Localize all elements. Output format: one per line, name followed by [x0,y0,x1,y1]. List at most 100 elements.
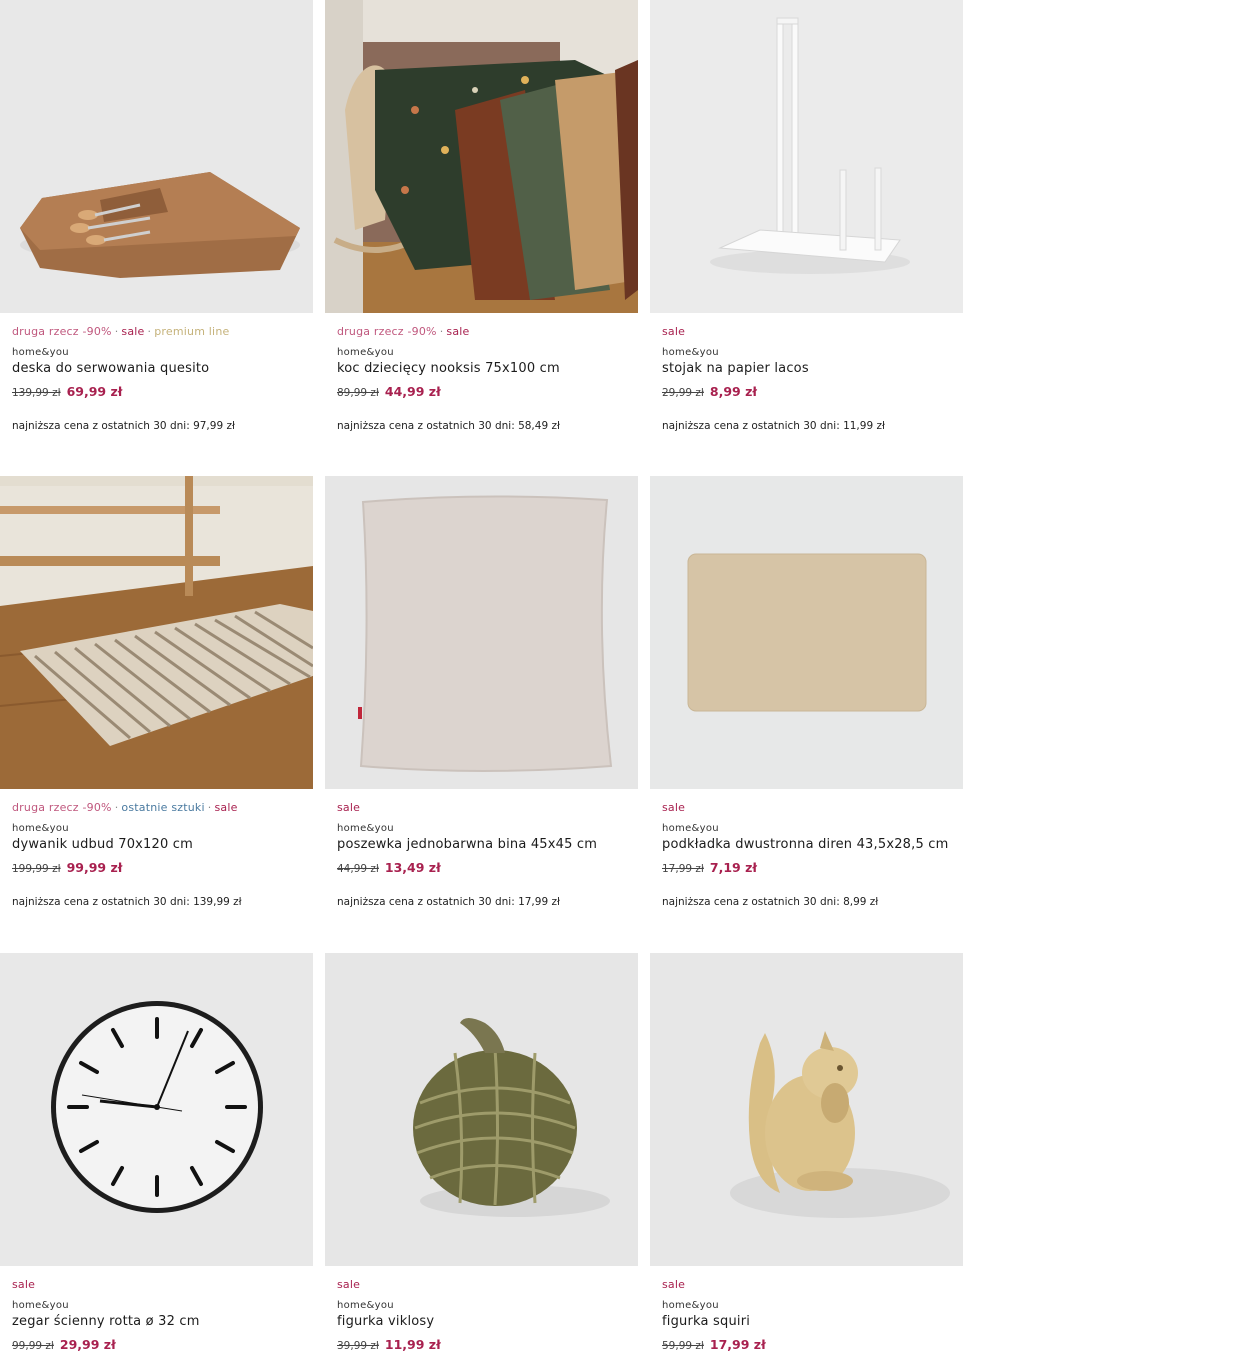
product-name[interactable]: zegar ścienny rotta ø 32 cm [12,1314,301,1329]
tag-sale: sale [121,325,145,338]
product-card[interactable]: sale home&you figurka viklosy 39,99 zł 11… [325,953,638,1352]
product-prices: 29,99 zł 8,99 zł [662,384,951,399]
product-card[interactable]: sale home&you zegar ścienny rotta ø 32 c… [0,953,313,1352]
tag-sale: sale [662,1278,686,1291]
tag-last-pieces: ostatnie sztuki [121,801,205,814]
serving-board-image [0,0,313,313]
product-prices: 199,99 zł 99,99 zł [12,860,301,875]
product-card[interactable]: sale home&you stojak na papier lacos 29,… [650,0,963,432]
product-name[interactable]: figurka squiri [662,1314,951,1329]
wall-clock-image [0,953,313,1266]
new-price: 69,99 zł [66,384,123,399]
product-tags: sale [662,801,951,817]
old-price: 39,99 zł [337,1340,379,1352]
product-image[interactable] [0,0,313,313]
tag-sale: sale [662,801,686,814]
product-tags: sale [12,1278,301,1294]
tag-second-item: druga rzecz -90% [12,801,112,814]
pumpkin-figurine-image [325,953,638,1266]
blanket-image [325,0,638,313]
old-price: 44,99 zł [337,863,379,875]
new-price: 99,99 zł [66,860,123,875]
pillowcase-image [325,476,638,789]
new-price: 44,99 zł [384,384,441,399]
product-brand: home&you [337,347,394,358]
product-tags: sale [337,1278,626,1294]
product-image[interactable] [650,0,963,313]
product-brand: home&you [662,823,719,834]
product-name[interactable]: podkładka dwustronna diren 43,5x28,5 cm [662,837,951,852]
product-prices: 44,99 zł 13,49 zł [337,860,626,875]
product-image[interactable] [650,953,963,1266]
product-card[interactable]: sale home&you poszewka jednobarwna bina … [325,476,638,908]
product-card[interactable]: druga rzecz -90% · sale home&you koc dziec… [325,0,638,432]
product-brand: home&you [337,823,394,834]
tag-sale: sale [446,325,470,338]
new-price: 11,99 zł [384,1337,441,1352]
product-name[interactable]: stojak na papier lacos [662,361,951,376]
product-name[interactable]: poszewka jednobarwna bina 45x45 cm [337,837,626,852]
product-prices: 139,99 zł 69,99 zł [12,384,301,399]
old-price: 139,99 zł [12,387,61,399]
product-image[interactable] [325,953,638,1266]
tag-second-item: druga rzecz -90% [337,325,437,338]
old-price: 99,99 zł [12,1340,54,1352]
old-price: 89,99 zł [337,387,379,399]
placemat-image [650,476,963,789]
product-card[interactable]: druga rzecz -90% · sale · premium line home&… [0,0,313,432]
product-prices: 89,99 zł 44,99 zł [337,384,626,399]
product-prices: 39,99 zł 11,99 zł [337,1337,626,1352]
product-brand: home&you [337,1300,394,1311]
tag-sale: sale [337,801,361,814]
new-price: 29,99 zł [59,1337,116,1352]
lowest-price-note: najniższa cena z ostatnich 30 dni: 17,99… [337,896,560,908]
rug-image [0,476,313,789]
old-price: 199,99 zł [12,863,61,875]
product-brand: home&you [662,1300,719,1311]
old-price: 59,99 zł [662,1340,704,1352]
lowest-price-note: najniższa cena z ostatnich 30 dni: 8,99 … [662,896,879,908]
tag-sale: sale [662,325,686,338]
product-name[interactable]: deska do serwowania quesito [12,361,301,376]
product-tags: sale [337,801,626,817]
product-card[interactable]: sale home&you figurka squiri 59,99 zł 17,… [650,953,963,1352]
product-card[interactable]: sale home&you podkładka dwustronna diren… [650,476,963,908]
product-brand: home&you [12,823,69,834]
product-prices: 99,99 zł 29,99 zł [12,1337,301,1352]
product-brand: home&you [662,347,719,358]
lowest-price-note: najniższa cena z ostatnich 30 dni: 11,99… [662,420,885,432]
paper-stand-image [650,0,963,313]
product-tags: druga rzecz -90% · sale [337,325,470,338]
product-image[interactable] [0,476,313,789]
tag-second-item: druga rzecz -90% [12,325,112,338]
product-name[interactable]: figurka viklosy [337,1314,626,1329]
lowest-price-note: najniższa cena z ostatnich 30 dni: 97,99… [12,420,235,432]
product-tags: druga rzecz -90% · sale · premium line [12,325,230,338]
product-card[interactable]: druga rzecz -90% · ostatnie sztuki · sale ho… [0,476,313,908]
product-image[interactable] [650,476,963,789]
new-price: 13,49 zł [384,860,441,875]
product-tags: druga rzecz -90% · ostatnie sztuki · sale [12,801,238,814]
product-image[interactable] [325,476,638,789]
product-brand: home&you [12,347,69,358]
product-brand: home&you [12,1300,69,1311]
product-name[interactable]: dywanik udbud 70x120 cm [12,837,301,852]
old-price: 17,99 zł [662,863,704,875]
product-prices: 17,99 zł 7,19 zł [662,860,951,875]
old-price: 29,99 zł [662,387,704,399]
tag-sale: sale [337,1278,361,1291]
product-prices: 59,99 zł 17,99 zł [662,1337,951,1352]
product-tags: sale [662,1278,951,1294]
product-image[interactable] [0,953,313,1266]
new-price: 8,99 zł [709,384,758,399]
tag-sale: sale [12,1278,36,1291]
product-tags: sale [662,325,951,341]
new-price: 7,19 zł [709,860,758,875]
product-name[interactable]: koc dziecięcy nooksis 75x100 cm [337,361,626,376]
tag-sale: sale [214,801,238,814]
lowest-price-note: najniższa cena z ostatnich 30 dni: 58,49… [337,420,560,432]
squirrel-figurine-image [650,953,963,1266]
product-image[interactable] [325,0,638,313]
tag-premium: premium line [154,325,230,338]
lowest-price-note: najniższa cena z ostatnich 30 dni: 139,9… [12,896,242,908]
